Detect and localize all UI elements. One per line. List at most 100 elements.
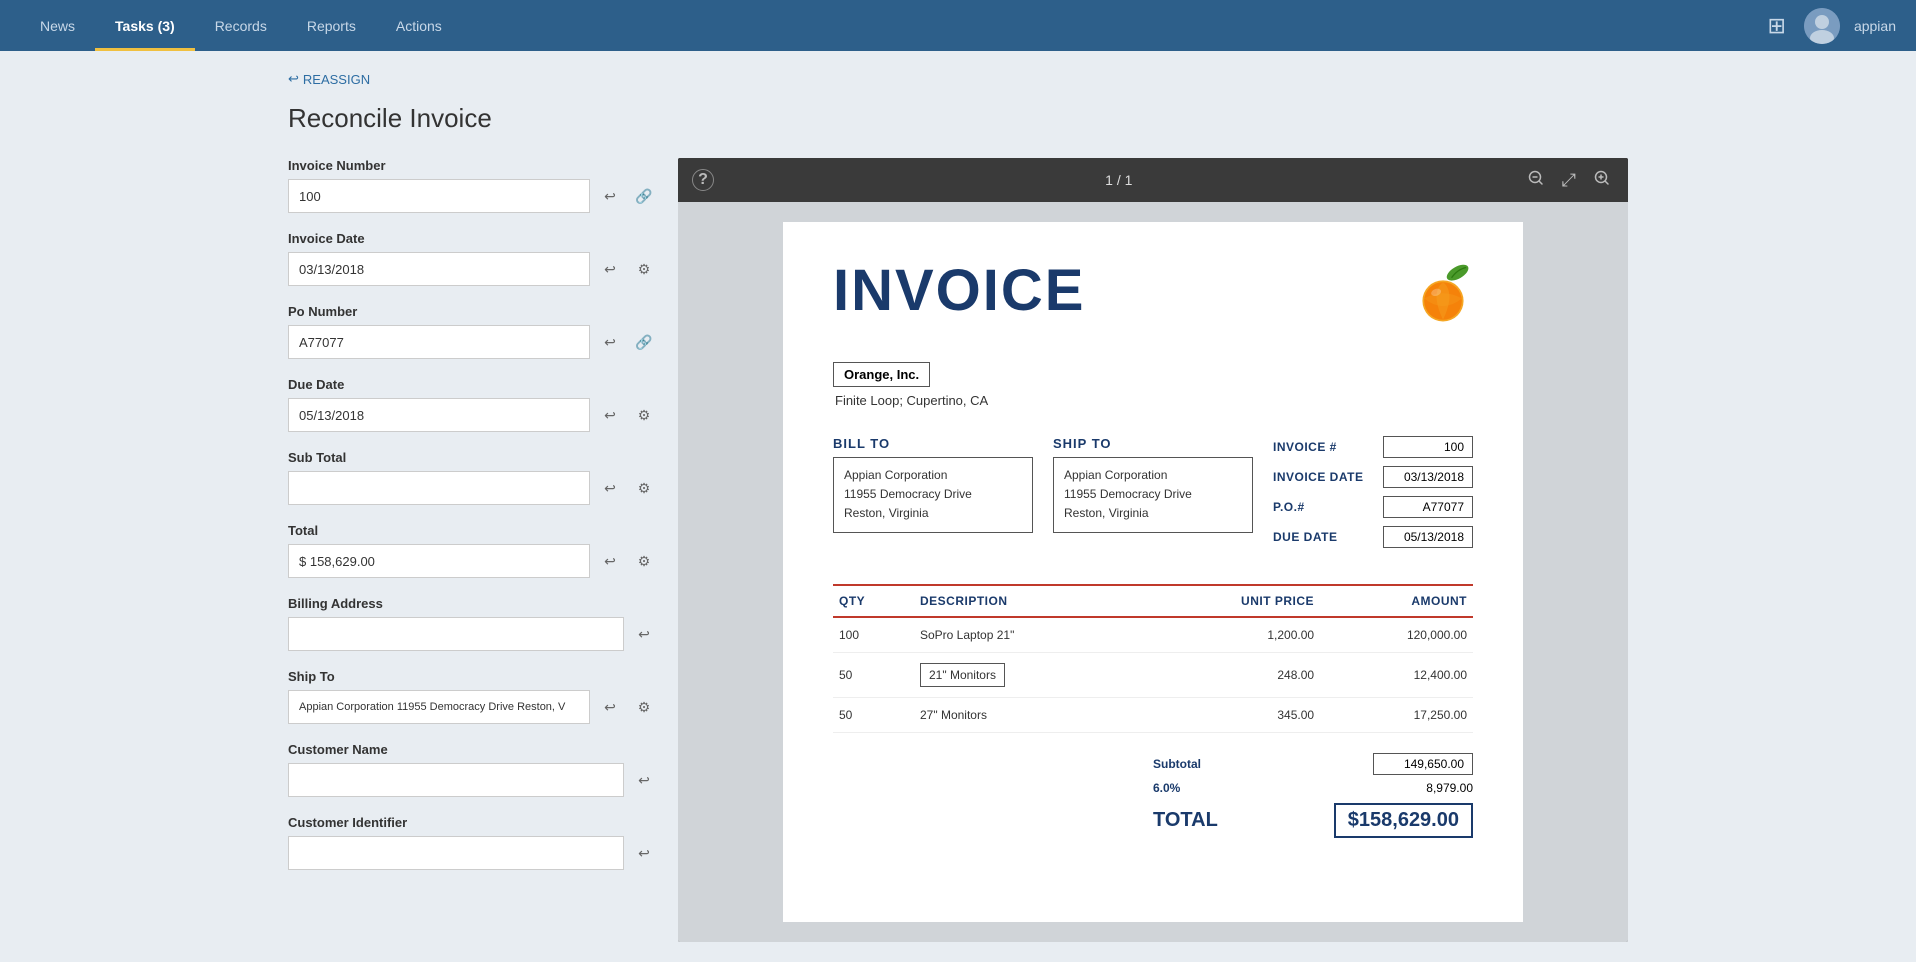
billing-address-arrow-btn[interactable]: ↩ [630, 620, 658, 648]
row3-unit-price: 345.00 [1140, 698, 1320, 733]
customer-identifier-input[interactable] [288, 836, 624, 870]
nav-item-reports[interactable]: Reports [287, 0, 376, 51]
nav-item-records[interactable]: Records [195, 0, 287, 51]
ship-to-arrow-btn[interactable]: ↩ [596, 693, 624, 721]
customer-name-input[interactable] [288, 763, 624, 797]
col-qty: QTY [833, 585, 914, 617]
invoice-number-input[interactable] [288, 179, 590, 213]
total-arrow-btn[interactable]: ↩ [596, 547, 624, 575]
meta-due-date-value: 05/13/2018 [1383, 526, 1473, 548]
meta-invoice-num-value: 100 [1383, 436, 1473, 458]
row2-description: 21" Monitors [914, 653, 1140, 698]
nav-item-news[interactable]: News [20, 0, 95, 51]
meta-po-label: P.O.# [1273, 500, 1305, 514]
company-info: Orange, Inc. Finite Loop; Cupertino, CA [833, 362, 1473, 408]
page-container: ↩ REASSIGN Reconcile Invoice Invoice Num… [258, 51, 1658, 962]
pdf-content[interactable]: INVOICE [678, 202, 1628, 942]
due-date-input[interactable] [288, 398, 590, 432]
invoice-number-row: ↩ 🔗 [288, 179, 658, 213]
table-row: 100 SoPro Laptop 21" 1,200.00 120,000.00 [833, 617, 1473, 653]
ship-to-input[interactable] [288, 690, 590, 724]
col-amount: AMOUNT [1320, 585, 1473, 617]
table-row: 50 27" Monitors 345.00 17,250.00 [833, 698, 1473, 733]
meta-invoice-date-label: INVOICE DATE [1273, 470, 1363, 484]
nav-items: News Tasks (3) Records Reports Actions [20, 0, 1764, 51]
company-name: Orange, Inc. [833, 362, 930, 387]
customer-identifier-field: Customer Identifier ↩ [288, 815, 658, 870]
nav-right: ⊞ appian [1764, 8, 1896, 44]
customer-name-arrow-btn[interactable]: ↩ [630, 766, 658, 794]
pdf-toolbar-left: ? [692, 169, 714, 191]
customer-identifier-row: ↩ [288, 836, 658, 870]
company-address: Finite Loop; Cupertino, CA [833, 393, 1473, 408]
grid-icon[interactable]: ⊞ [1764, 9, 1790, 43]
ship-to-field: Ship To ↩ ⚙ [288, 669, 658, 724]
reassign-icon: ↩ [288, 71, 299, 87]
ship-to-gear-btn[interactable]: ⚙ [630, 693, 658, 721]
total-label: Total [288, 523, 658, 538]
pdf-toolbar-right: ⤢ [1524, 166, 1614, 195]
totals-container: Subtotal 149,650.00 6.0% 8,979.00 TOTAL … [833, 753, 1473, 838]
page-title: Reconcile Invoice [288, 103, 1628, 134]
ship-to-section-label: SHIP TO [1053, 436, 1253, 451]
po-number-input[interactable] [288, 325, 590, 359]
subtotal-row: Subtotal 149,650.00 [1153, 753, 1473, 775]
billing-address-input[interactable] [288, 617, 624, 651]
invoice-date-field: Invoice Date ↩ ⚙ [288, 231, 658, 286]
pdf-help-btn[interactable]: ? [692, 169, 714, 191]
customer-identifier-arrow-btn[interactable]: ↩ [630, 839, 658, 867]
sub-total-row: ↩ ⚙ [288, 471, 658, 505]
pdf-expand-btn[interactable]: ⤢ [1558, 166, 1580, 195]
ship-to-column: SHIP TO Appian Corporation 11955 Democra… [1053, 436, 1253, 533]
row2-desc-box: 21" Monitors [920, 663, 1005, 687]
nav-item-tasks[interactable]: Tasks (3) [95, 0, 195, 51]
po-number-link-btn[interactable]: 🔗 [630, 328, 658, 356]
row1-amount: 120,000.00 [1320, 617, 1473, 653]
po-number-arrow-btn[interactable]: ↩ [596, 328, 624, 356]
invoice-date-input[interactable] [288, 252, 590, 286]
ship-to-label: Ship To [288, 669, 658, 684]
total-gear-btn[interactable]: ⚙ [630, 547, 658, 575]
invoice-number-arrow-btn[interactable]: ↩ [596, 182, 624, 210]
invoice-number-link-btn[interactable]: 🔗 [630, 182, 658, 210]
invoice-date-arrow-btn[interactable]: ↩ [596, 255, 624, 283]
meta-po-value: A77077 [1383, 496, 1473, 518]
pdf-zoom-out-btn[interactable] [1524, 166, 1548, 195]
reassign-link[interactable]: ↩ REASSIGN [288, 71, 1628, 87]
customer-name-row: ↩ [288, 763, 658, 797]
row1-qty: 100 [833, 617, 914, 653]
due-date-label: Due Date [288, 377, 658, 392]
total-input[interactable] [288, 544, 590, 578]
tax-row: 6.0% 8,979.00 [1153, 781, 1473, 795]
avatar[interactable] [1804, 8, 1840, 44]
sub-total-input[interactable] [288, 471, 590, 505]
customer-name-field: Customer Name ↩ [288, 742, 658, 797]
items-table: QTY DESCRIPTION UNIT PRICE AMOUNT 100 So… [833, 584, 1473, 733]
company-logo [1413, 262, 1473, 332]
username-label[interactable]: appian [1854, 18, 1896, 34]
ship-to-address: Appian Corporation 11955 Democracy Drive… [1053, 457, 1253, 533]
po-number-label: Po Number [288, 304, 658, 319]
bill-to-column: BILL TO Appian Corporation 11955 Democra… [833, 436, 1033, 533]
customer-identifier-label: Customer Identifier [288, 815, 658, 830]
invoice-number-field: Invoice Number ↩ 🔗 [288, 158, 658, 213]
invoice-header: INVOICE [833, 262, 1473, 332]
nav-item-actions[interactable]: Actions [376, 0, 462, 51]
customer-name-label: Customer Name [288, 742, 658, 757]
bill-to-address: Appian Corporation 11955 Democracy Drive… [833, 457, 1033, 533]
sub-total-gear-btn[interactable]: ⚙ [630, 474, 658, 502]
row2-qty: 50 [833, 653, 914, 698]
invoice-number-label: Invoice Number [288, 158, 658, 173]
due-date-gear-btn[interactable]: ⚙ [630, 401, 658, 429]
row1-unit-price: 1,200.00 [1140, 617, 1320, 653]
meta-invoice-date-value: 03/13/2018 [1383, 466, 1473, 488]
table-row: 50 21" Monitors 248.00 12,400.00 [833, 653, 1473, 698]
sub-total-field: Sub Total ↩ ⚙ [288, 450, 658, 505]
pdf-zoom-in-btn[interactable] [1590, 166, 1614, 195]
meta-po: P.O.# A77077 [1273, 496, 1473, 518]
invoice-date-gear-btn[interactable]: ⚙ [630, 255, 658, 283]
sub-total-arrow-btn[interactable]: ↩ [596, 474, 624, 502]
due-date-arrow-btn[interactable]: ↩ [596, 401, 624, 429]
subtotal-value: 149,650.00 [1373, 753, 1473, 775]
meta-invoice-date: INVOICE DATE 03/13/2018 [1273, 466, 1473, 488]
